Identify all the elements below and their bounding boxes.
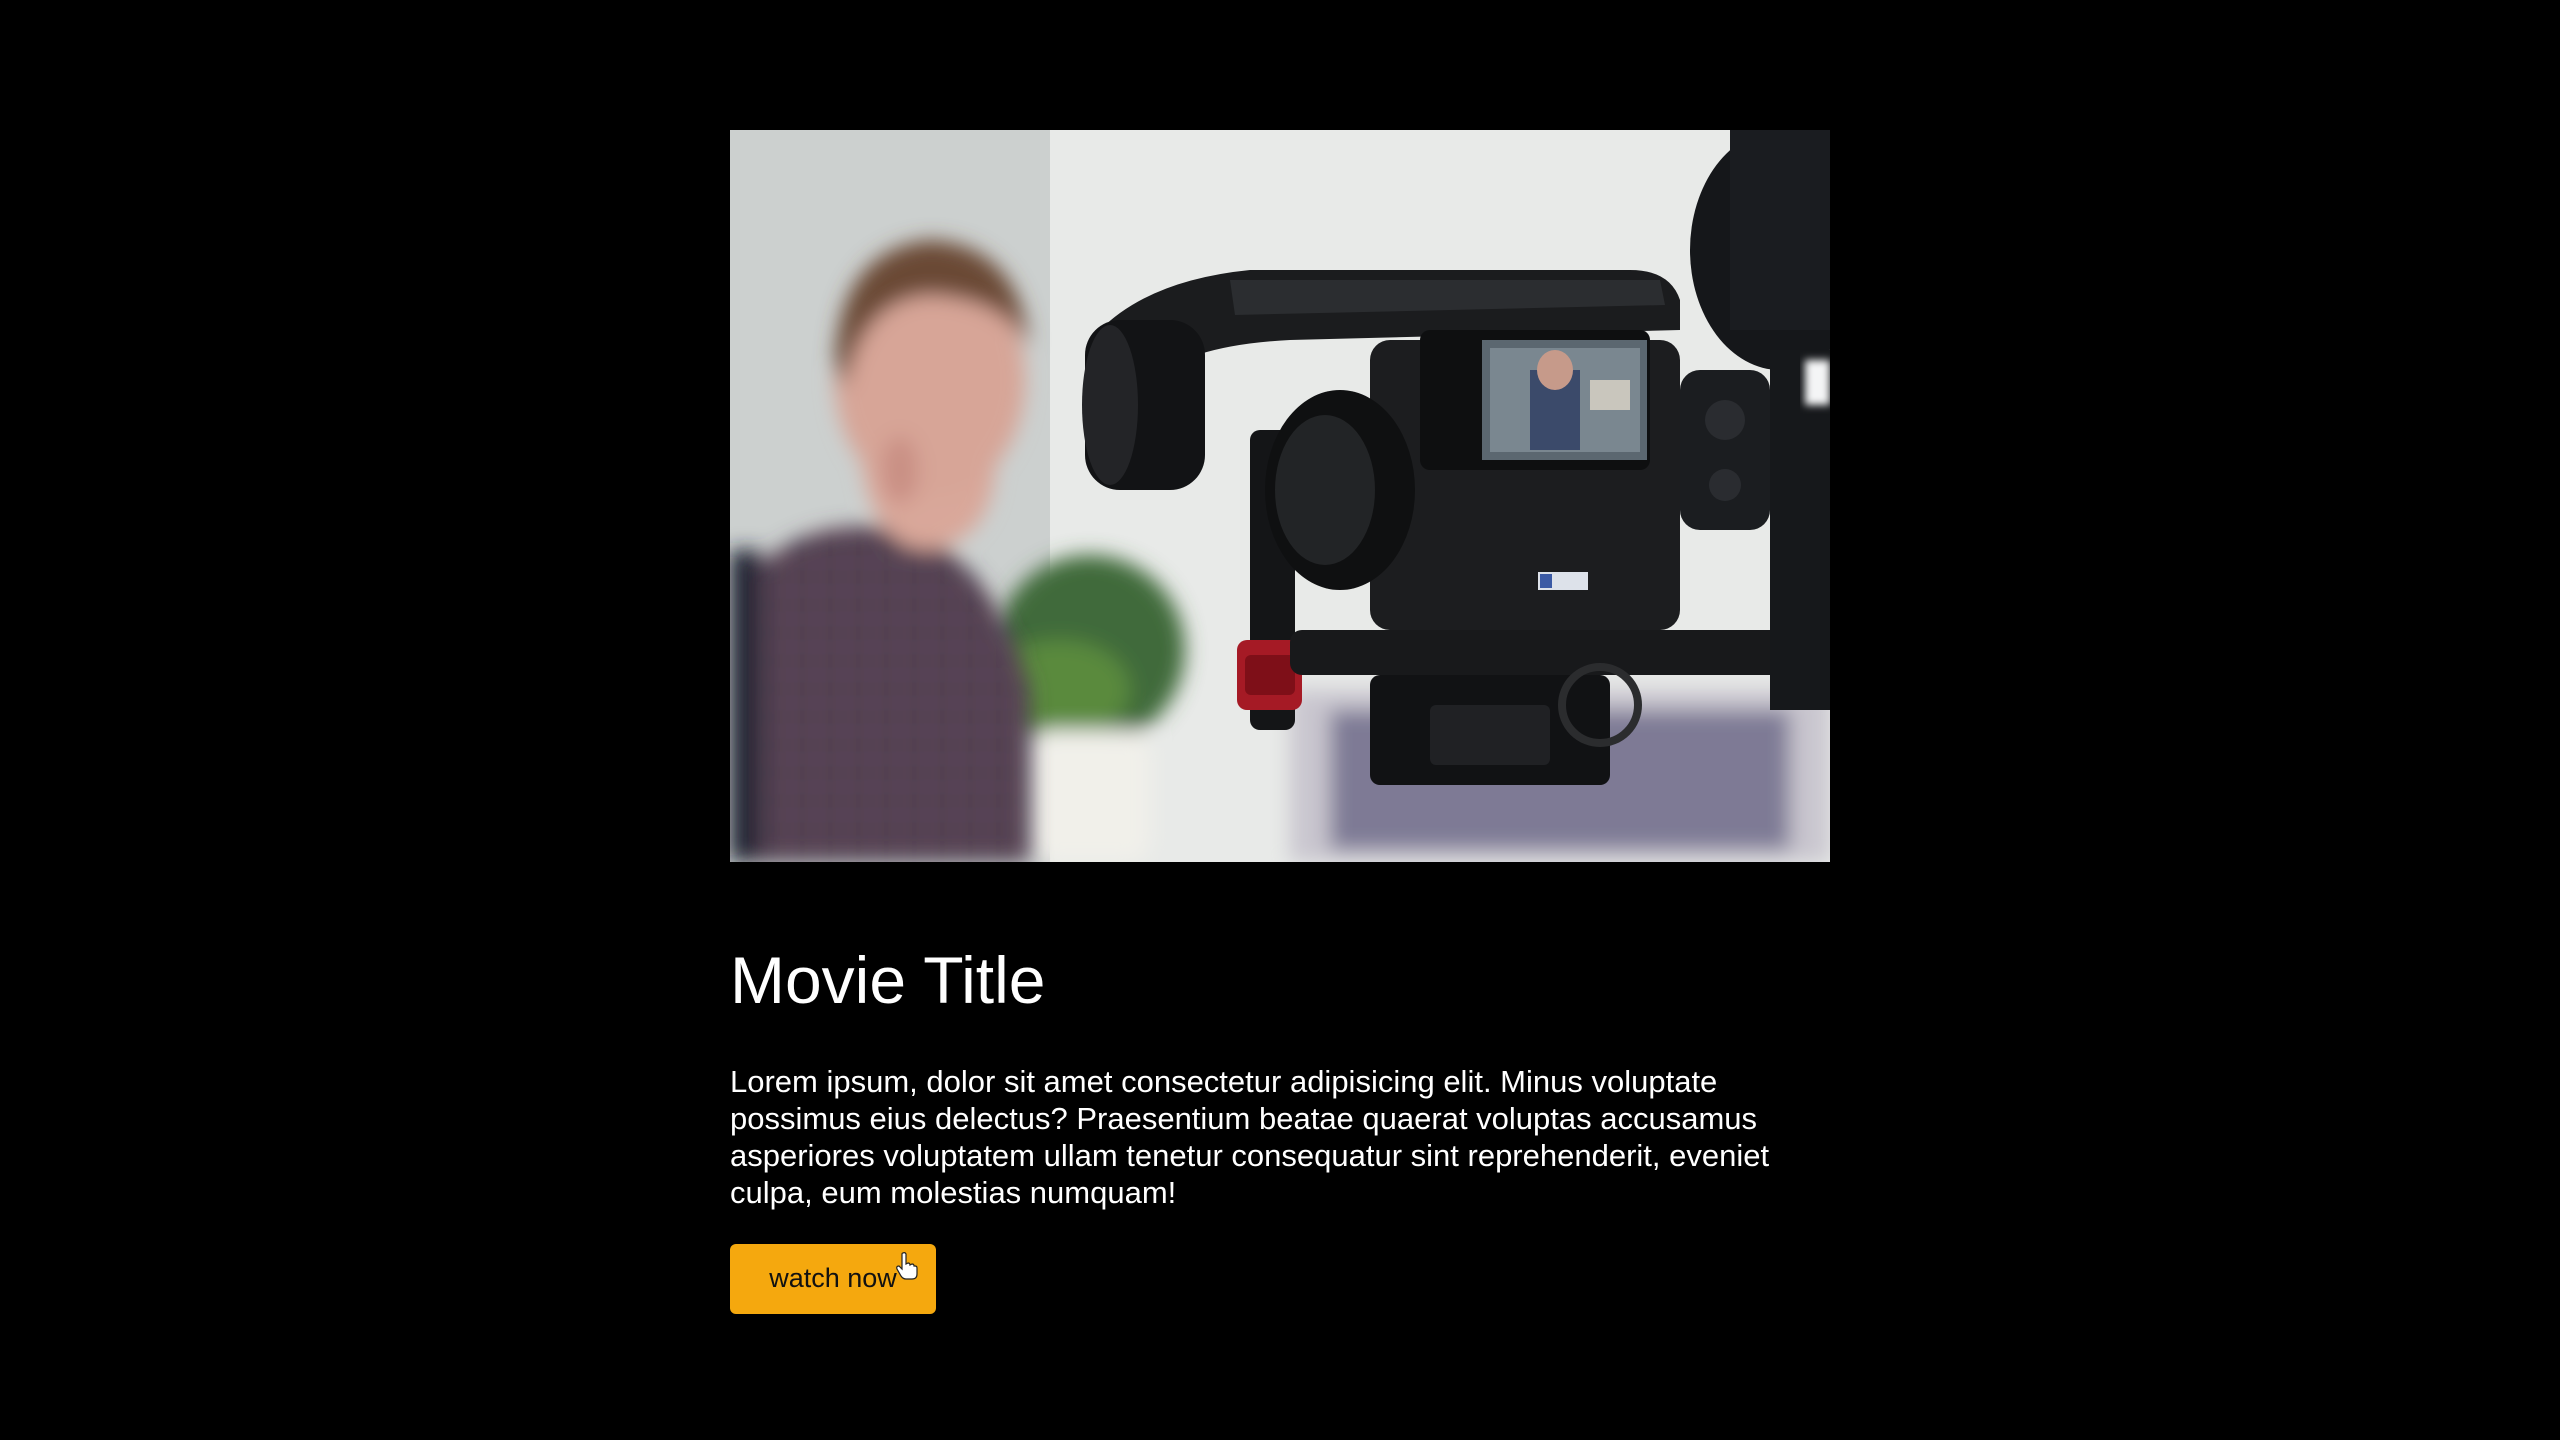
movie-description: Lorem ipsum, dolor sit amet consectetur … bbox=[730, 1063, 1770, 1210]
hand-pointer-icon bbox=[896, 1251, 918, 1280]
movie-title: Movie Title bbox=[730, 943, 1046, 1017]
hero-image bbox=[730, 130, 1830, 862]
watch-now-button[interactable]: watch now bbox=[730, 1243, 936, 1314]
movie-card: Movie Title Lorem ipsum, dolor sit amet … bbox=[730, 130, 1830, 1314]
watch-now-label: watch now bbox=[769, 1263, 897, 1294]
camera-scene-illustration bbox=[730, 130, 1830, 862]
